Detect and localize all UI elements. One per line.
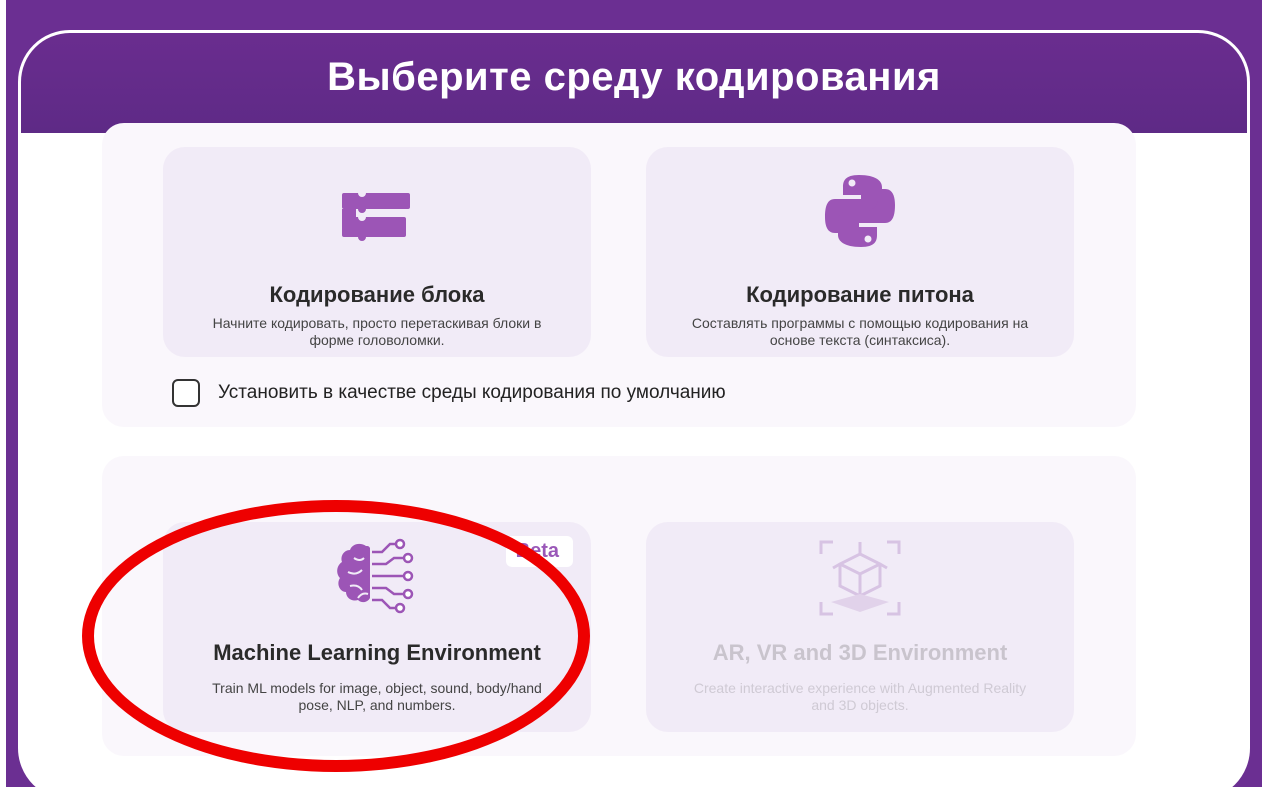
ar-vr-3d-card[interactable]: AR, VR and 3D Environment Create interac… <box>646 522 1074 732</box>
card-description: Составлять программы с помощью кодирован… <box>691 315 1029 348</box>
window-edge <box>0 0 6 787</box>
block-coding-card[interactable]: Кодирование блока Начните кодировать, пр… <box>163 147 591 357</box>
default-environment-row: Установить в качестве среды кодирования … <box>172 378 726 408</box>
card-title: Кодирование блока <box>269 282 485 307</box>
card-description: Create interactive experience with Augme… <box>693 680 1027 713</box>
card-title: Кодирование питона <box>746 282 974 307</box>
dialog-header: Выберите среду кодирования <box>21 33 1247 133</box>
python-icon <box>824 173 896 254</box>
brain-circuit-icon <box>332 538 422 623</box>
card-title: Machine Learning Environment <box>213 640 541 665</box>
blocks-icon <box>342 189 412 246</box>
card-description: Train ML models for image, object, sound… <box>212 680 542 713</box>
ar-cube-icon <box>817 538 903 623</box>
python-coding-card[interactable]: Кодирование питона Составлять программы … <box>646 147 1074 357</box>
machine-learning-card[interactable]: Beta Machine Learning Environment Train … <box>163 522 591 732</box>
card-title: AR, VR and 3D Environment <box>712 640 1008 665</box>
card-description: Начните кодировать, просто перетаскивая … <box>212 315 542 348</box>
checkbox-label[interactable]: Установить в качестве среды кодирования … <box>218 382 726 404</box>
beta-badge: Beta <box>505 536 573 567</box>
dialog-title: Выберите среду кодирования <box>327 55 941 99</box>
default-environment-checkbox[interactable] <box>172 379 200 407</box>
